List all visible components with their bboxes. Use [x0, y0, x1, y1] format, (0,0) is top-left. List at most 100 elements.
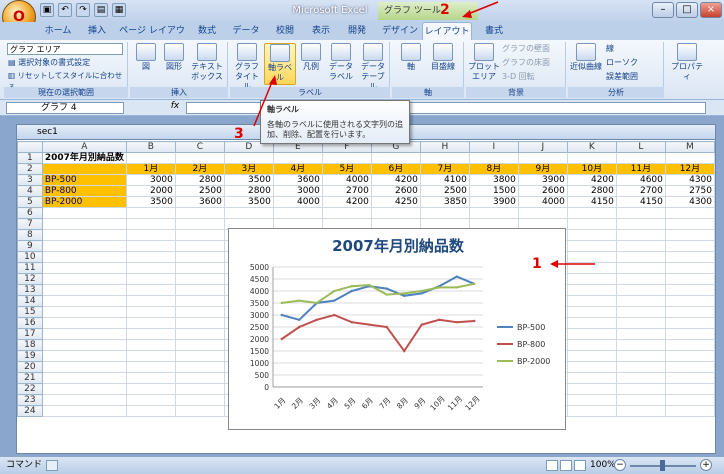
- cell[interactable]: [615, 328, 666, 340]
- cell[interactable]: [566, 207, 617, 219]
- cell[interactable]: [174, 361, 225, 373]
- cell[interactable]: [174, 350, 225, 362]
- tab-data[interactable]: データ: [226, 22, 266, 40]
- cell[interactable]: [566, 394, 617, 406]
- value-cell[interactable]: 4300: [664, 196, 715, 208]
- cell[interactable]: [664, 350, 715, 362]
- cell[interactable]: [321, 207, 372, 219]
- value-cell[interactable]: 1500: [468, 185, 519, 197]
- cell[interactable]: [174, 251, 225, 263]
- error-bars-button[interactable]: 誤差範囲: [606, 71, 662, 83]
- tab-design[interactable]: デザイン: [380, 22, 420, 40]
- preview-icon[interactable]: ▦: [112, 3, 126, 17]
- cell[interactable]: [566, 273, 617, 285]
- cell[interactable]: [566, 240, 617, 252]
- cell[interactable]: [615, 306, 666, 318]
- line-chart[interactable]: 2007年月別納品数 0 500 1000 1500 2000 2500 3000 3500 40…: [229, 229, 567, 431]
- cell[interactable]: [664, 306, 715, 318]
- cell[interactable]: [41, 383, 127, 395]
- cell[interactable]: [321, 152, 372, 164]
- format-selection-button[interactable]: ▤ 選択対象の書式設定: [8, 57, 128, 69]
- cell[interactable]: [174, 229, 225, 241]
- cell[interactable]: [566, 339, 617, 351]
- trendline-button[interactable]: 近似曲線: [570, 43, 602, 85]
- cell[interactable]: [664, 229, 715, 241]
- cell[interactable]: [174, 339, 225, 351]
- cell[interactable]: [41, 361, 127, 373]
- cell[interactable]: [468, 207, 519, 219]
- properties-button[interactable]: プロパティ: [668, 43, 706, 85]
- cell[interactable]: [566, 405, 617, 417]
- cell[interactable]: [566, 328, 617, 340]
- cell[interactable]: [272, 152, 323, 164]
- cell[interactable]: [615, 229, 666, 241]
- cell[interactable]: [615, 350, 666, 362]
- value-cell[interactable]: 3900: [468, 196, 519, 208]
- cell[interactable]: [125, 350, 176, 362]
- cell[interactable]: [125, 262, 176, 274]
- cell[interactable]: [370, 152, 421, 164]
- series-line-bp-800[interactable]: [281, 313, 475, 353]
- cell[interactable]: [566, 306, 617, 318]
- axes-button[interactable]: 軸: [398, 43, 424, 85]
- series-line-bp-500[interactable]: [281, 275, 475, 321]
- cell[interactable]: [41, 218, 127, 230]
- cell[interactable]: [174, 295, 225, 307]
- value-cell[interactable]: 2800: [223, 185, 274, 197]
- data-labels-button[interactable]: データ ラベル: [326, 43, 356, 85]
- cell[interactable]: [664, 284, 715, 296]
- value-cell[interactable]: 2700: [321, 185, 372, 197]
- cell[interactable]: [615, 339, 666, 351]
- cell[interactable]: [664, 207, 715, 219]
- value-cell[interactable]: 4000: [321, 174, 372, 186]
- cell[interactable]: [615, 295, 666, 307]
- cell[interactable]: [664, 383, 715, 395]
- cell[interactable]: [41, 339, 127, 351]
- cell[interactable]: [566, 317, 617, 329]
- data-table-button[interactable]: データ テーブル: [358, 43, 388, 91]
- cell[interactable]: [41, 229, 127, 241]
- header-cell[interactable]: [41, 163, 127, 175]
- cell[interactable]: [125, 251, 176, 263]
- cell[interactable]: [125, 405, 176, 417]
- cell[interactable]: [615, 372, 666, 384]
- cell[interactable]: [174, 218, 225, 230]
- tab-review[interactable]: 校閲: [268, 22, 302, 40]
- cell[interactable]: [41, 273, 127, 285]
- cell[interactable]: [566, 262, 617, 274]
- undo-icon[interactable]: ↶: [58, 3, 72, 17]
- header-cell[interactable]: 8月: [468, 163, 519, 175]
- cell[interactable]: [664, 152, 715, 164]
- cell[interactable]: [419, 152, 470, 164]
- cell[interactable]: [664, 273, 715, 285]
- cell[interactable]: [272, 207, 323, 219]
- cell[interactable]: [615, 207, 666, 219]
- cell[interactable]: [174, 306, 225, 318]
- chart-wall-button[interactable]: グラフの壁面: [502, 43, 566, 55]
- cell[interactable]: [566, 218, 617, 230]
- cell[interactable]: [615, 383, 666, 395]
- value-cell[interactable]: 4600: [615, 174, 666, 186]
- chart-title[interactable]: 2007年月別納品数: [332, 237, 465, 255]
- cell[interactable]: [223, 207, 274, 219]
- cell[interactable]: [419, 207, 470, 219]
- header-cell[interactable]: 11月: [615, 163, 666, 175]
- legend-button[interactable]: 凡例: [298, 43, 324, 85]
- cell[interactable]: [615, 251, 666, 263]
- cell[interactable]: [125, 284, 176, 296]
- value-cell[interactable]: 3000: [272, 185, 323, 197]
- close-button[interactable]: ×: [700, 2, 722, 18]
- cell[interactable]: [125, 317, 176, 329]
- cell[interactable]: [174, 152, 225, 164]
- header-cell[interactable]: 10月: [566, 163, 617, 175]
- cell[interactable]: [664, 317, 715, 329]
- normal-view-icon[interactable]: [546, 460, 558, 471]
- 3d-rotation-button[interactable]: 3-D 回転: [502, 71, 566, 83]
- redo-icon[interactable]: ↷: [76, 3, 90, 17]
- cell[interactable]: [174, 207, 225, 219]
- cell[interactable]: [566, 295, 617, 307]
- header-cell[interactable]: 3月: [223, 163, 274, 175]
- value-cell[interactable]: 4000: [272, 196, 323, 208]
- cell[interactable]: [174, 383, 225, 395]
- header-cell[interactable]: 7月: [419, 163, 470, 175]
